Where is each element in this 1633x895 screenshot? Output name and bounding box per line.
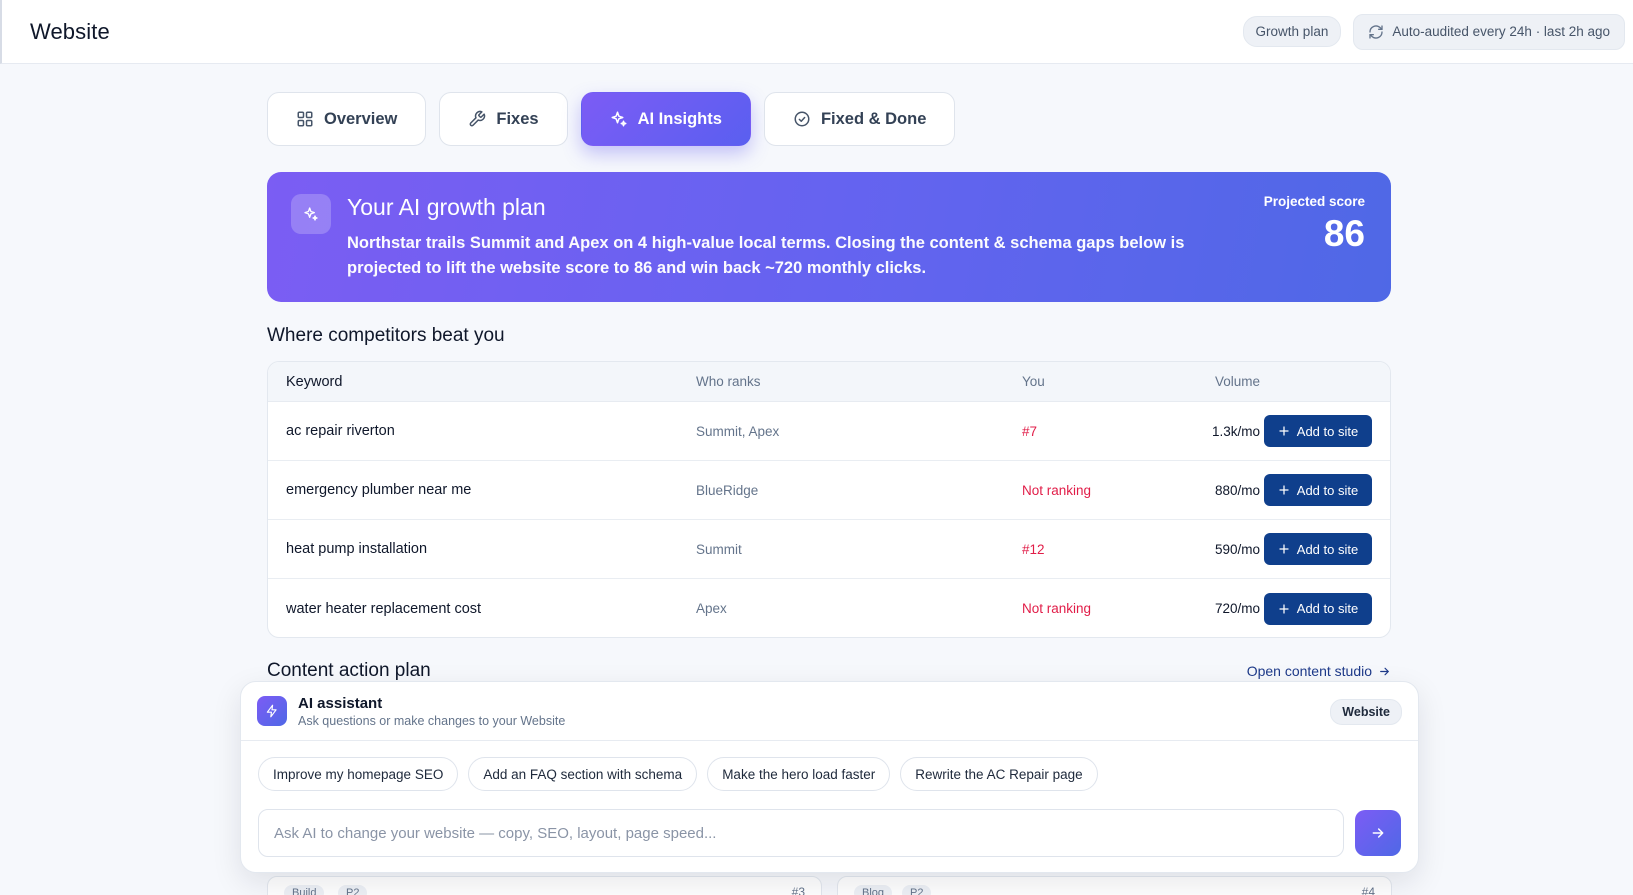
add-to-site-label: Add to site <box>1296 541 1359 557</box>
who-ranks-cell: Summit, Apex <box>696 423 780 439</box>
add-to-site-button[interactable]: Add to site <box>1264 474 1372 506</box>
plus-icon <box>1279 485 1289 495</box>
send-button[interactable] <box>1355 810 1401 856</box>
wrench-icon <box>469 110 486 127</box>
add-to-site-button[interactable]: Add to site <box>1264 592 1372 625</box>
tab-ai-insights[interactable]: AI Insights <box>580 92 751 146</box>
plan-badge: Growth plan <box>1242 16 1342 47</box>
tab-label: Fixes <box>496 109 539 128</box>
projected-score-value: 86 <box>1323 213 1365 254</box>
card-tag: Blog <box>854 885 893 895</box>
assistant-title: AI assistant <box>298 694 383 712</box>
suggestion-chip[interactable]: Add an FAQ section with schema <box>468 757 698 791</box>
grid-icon <box>297 111 313 127</box>
card-number: #3 <box>791 885 805 895</box>
who-ranks-cell: Summit <box>696 541 742 557</box>
table-row: heat pump installation Summit #12 590/mo… <box>268 520 1390 579</box>
hero-title: Your AI growth plan <box>347 194 546 220</box>
arrow-right-icon <box>1372 828 1384 838</box>
column-header-keyword: Keyword <box>286 373 343 390</box>
keyword-cell: water heater replacement cost <box>286 600 482 617</box>
top-bar: Website Growth plan Auto-audited every 2… <box>0 0 1633 64</box>
plus-icon <box>1279 603 1289 614</box>
card-number: #4 <box>1361 885 1375 895</box>
assistant-context-badge: Website <box>1330 699 1402 725</box>
suggestion-chip[interactable]: Make the hero load faster <box>707 757 891 791</box>
tab-overview[interactable]: Overview <box>267 92 427 146</box>
open-content-studio-label: Open content studio <box>1246 663 1372 679</box>
sparkle-icon <box>291 194 331 234</box>
sparkle-icon <box>611 111 627 127</box>
who-ranks-cell: BlueRidge <box>696 482 759 498</box>
audit-status: Auto-audited every 24h · last 2h ago <box>1353 13 1625 50</box>
who-ranks-cell: Apex <box>696 601 727 616</box>
table-row: emergency plumber near me BlueRidge Not … <box>268 461 1390 520</box>
card-priority-tag: P2 <box>902 885 932 895</box>
arrow-right-icon <box>1380 667 1389 675</box>
content-plan-section-title: Content action plan <box>267 660 431 681</box>
projected-score-label: Projected score <box>1263 194 1365 209</box>
card-tag: Build <box>284 885 325 895</box>
assistant-header: AI assistant Ask questions or make chang… <box>241 682 1418 741</box>
plus-icon <box>1279 426 1289 436</box>
suggestion-chip[interactable]: Rewrite the AC Repair page <box>900 757 1098 791</box>
your-rank-cell: Not ranking <box>1022 482 1092 498</box>
your-rank-cell: Not ranking <box>1022 601 1092 616</box>
ai-growth-plan-banner: Your AI growth plan Northstar trails Sum… <box>267 172 1391 302</box>
volume-cell: 720/mo <box>1214 601 1260 616</box>
keyword-cell: heat pump installation <box>286 541 428 557</box>
tab-label: AI Insights <box>637 109 722 128</box>
projected-score: Projected score 86 <box>1264 194 1365 255</box>
add-to-site-label: Add to site <box>1296 601 1359 616</box>
table-header: Keyword Who ranks You Volume <box>268 362 1390 402</box>
keyword-cell: emergency plumber near me <box>286 482 472 498</box>
refresh-icon <box>1369 24 1384 39</box>
column-header-who-ranks: Who ranks <box>696 374 761 389</box>
add-to-site-button[interactable]: Add to site <box>1264 533 1372 565</box>
suggestion-chip[interactable]: Improve my homepage SEO <box>258 757 459 791</box>
top-bar-status: Growth plan Auto-audited every 24h · las… <box>1242 13 1625 50</box>
assistant-subtitle: Ask questions or make changes to your We… <box>298 713 566 728</box>
column-header-volume: Volume <box>1214 374 1260 389</box>
open-content-studio-link[interactable]: Open content studio <box>1247 663 1391 679</box>
ai-assistant-panel: AI assistant Ask questions or make chang… <box>240 681 1419 873</box>
page-title: Website <box>30 18 110 44</box>
volume-cell: 1.3k/mo <box>1211 423 1260 439</box>
tab-bar: Overview Fixes AI Insights Fixed & Done <box>267 92 956 146</box>
card-priority-tag: P2 <box>338 885 368 895</box>
hero-description: Northstar trails Summit and Apex on 4 hi… <box>347 234 1185 277</box>
tab-fixes[interactable]: Fixes <box>439 92 568 146</box>
keyword-cell: ac repair riverton <box>286 423 395 439</box>
assistant-heading: AI assistant Ask questions or make chang… <box>298 695 565 728</box>
plus-icon <box>1279 544 1289 554</box>
add-to-site-button[interactable]: Add to site <box>1264 415 1372 447</box>
audit-status-text: Auto-audited every 24h · last 2h ago <box>1392 24 1610 39</box>
tab-label: Fixed & Done <box>820 109 927 128</box>
volume-cell: 590/mo <box>1214 541 1260 557</box>
your-rank-cell: #7 <box>1022 423 1038 439</box>
add-to-site-label: Add to site <box>1296 482 1359 498</box>
table-row: ac repair riverton Summit, Apex #7 1.3k/… <box>268 402 1390 461</box>
competitors-table: Keyword Who ranks You Volume ac repair r… <box>267 361 1391 638</box>
check-circle-icon <box>794 111 810 127</box>
assistant-input-row <box>241 791 1418 857</box>
content-card[interactable]: Blog P2 #4 <box>837 876 1392 895</box>
tab-fixed-done[interactable]: Fixed & Done <box>763 92 956 146</box>
content-card[interactable]: Build P2 #3 <box>267 876 822 895</box>
lightning-icon <box>257 696 287 726</box>
your-rank-cell: #12 <box>1022 541 1045 557</box>
tab-label: Overview <box>324 109 398 128</box>
competitors-section-title: Where competitors beat you <box>267 325 505 346</box>
suggestion-chips: Improve my homepage SEO Add an FAQ secti… <box>241 741 1418 791</box>
column-header-you: You <box>1022 374 1045 389</box>
add-to-site-label: Add to site <box>1296 423 1359 439</box>
assistant-input[interactable] <box>258 809 1345 857</box>
volume-cell: 880/mo <box>1214 482 1260 498</box>
table-row: water heater replacement cost Apex Not r… <box>268 579 1390 637</box>
